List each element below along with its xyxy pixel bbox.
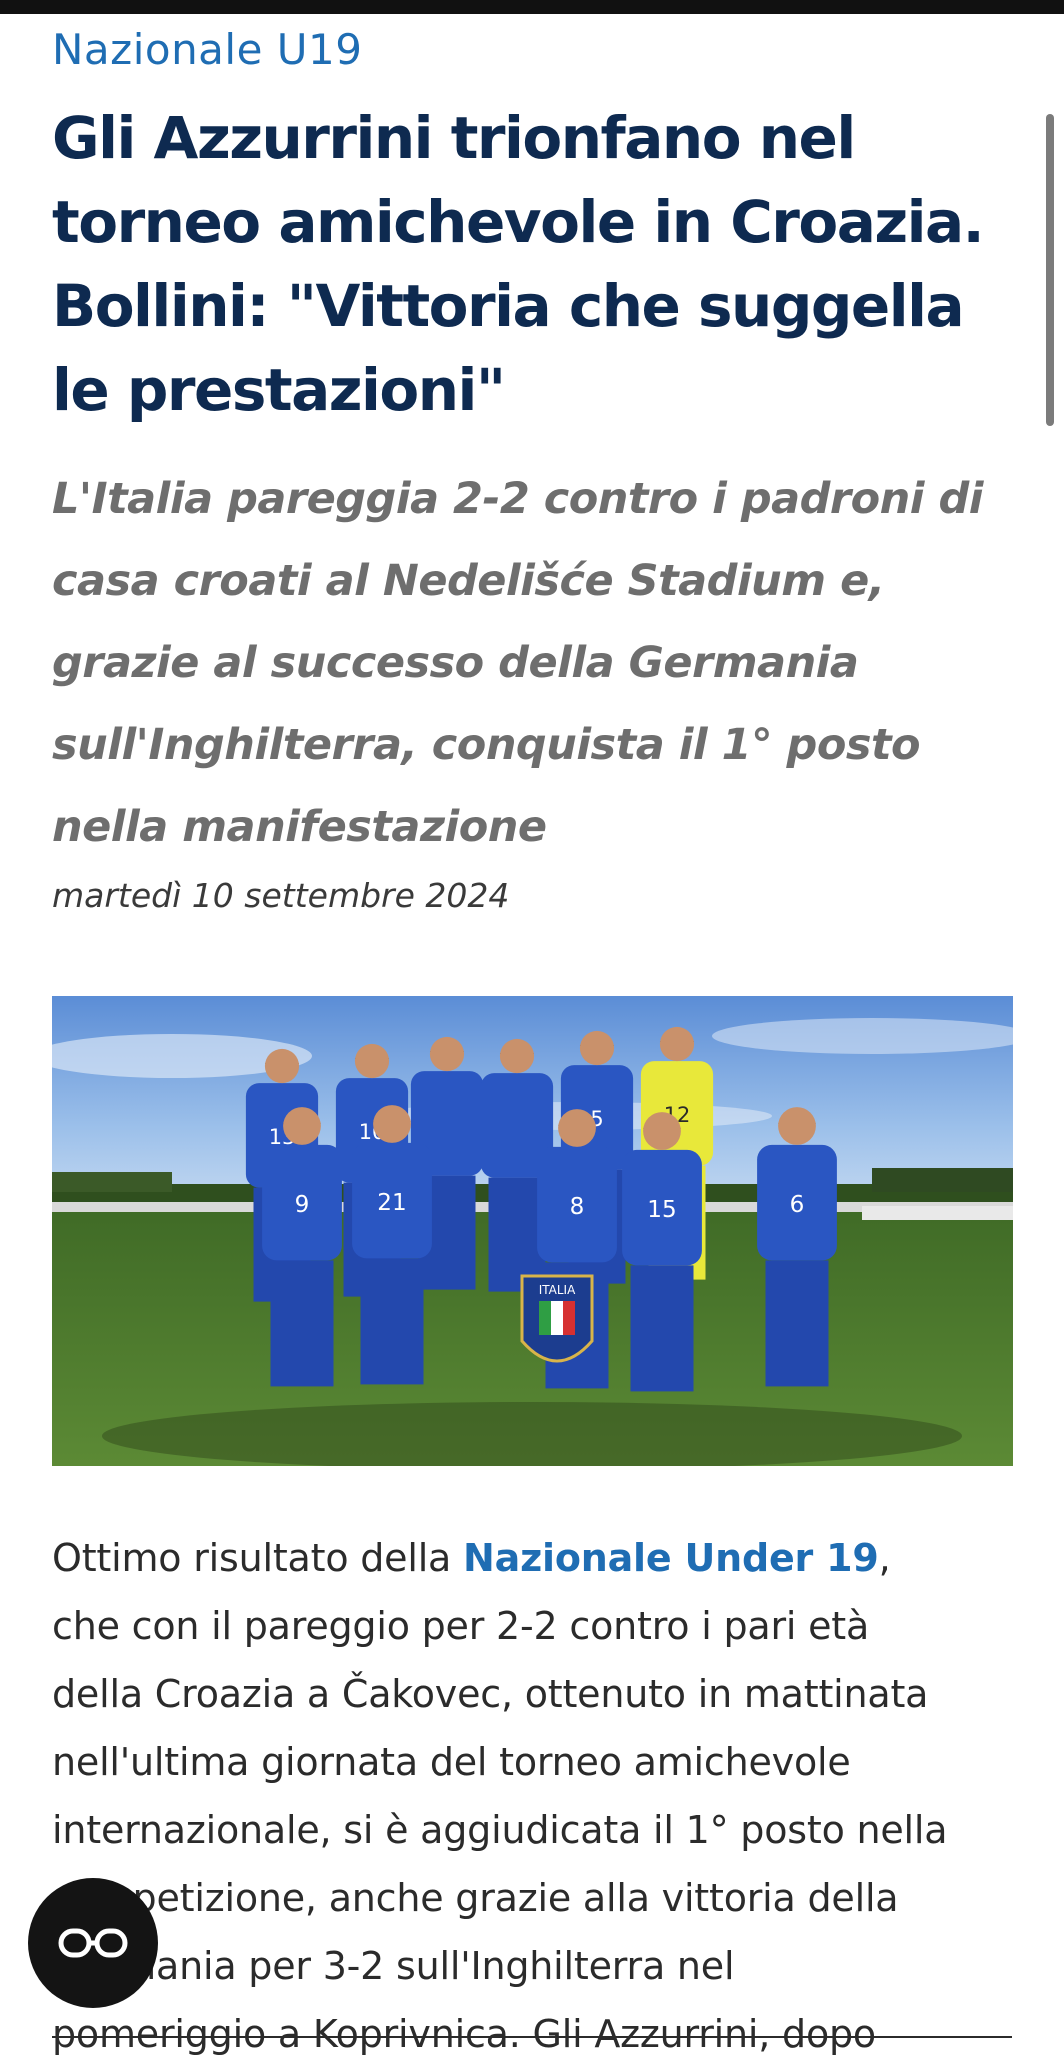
body-line-8: pomeriggio a Koprivnica. Gli Azzurrini, …: [52, 2012, 876, 2056]
category-label[interactable]: Nazionale U19: [52, 22, 362, 78]
player-front-1: 21: [352, 1105, 432, 1385]
shirt-number: 6: [790, 1192, 805, 1218]
body-line-3: della Croazia a Čakovec, ottenuto in mat…: [52, 1672, 929, 1716]
article-title: Gli Azzurrini trionfano nel torneo amich…: [52, 104, 985, 424]
body-line-4: nell'ultima giornata del torneo amichevo…: [52, 1740, 851, 1784]
article-subtitle: L'Italia pareggia 2-2 contro i padroni d…: [52, 474, 984, 852]
player-front-0: 9: [262, 1107, 342, 1387]
scrollbar[interactable]: [1046, 114, 1054, 426]
status-bar: [0, 0, 1064, 14]
body-line-1: Ottimo risultato della Nazionale Under 1…: [52, 1536, 891, 1580]
body-line-7: Germania per 3-2 sull'Inghilterra nel: [52, 1944, 735, 1988]
player-front-4: 6: [757, 1107, 837, 1387]
article-date: martedì 10 settembre 2024: [52, 876, 510, 915]
shirt-number: 21: [377, 1190, 406, 1216]
shirt-number: 8: [570, 1194, 585, 1220]
body-line-5: internazionale, si è aggiudicata il 1° p…: [52, 1808, 948, 1852]
shirt-number: 15: [647, 1197, 676, 1223]
divider: [52, 2036, 1012, 2038]
reader-mode-button[interactable]: [28, 1878, 158, 2008]
shirt-number: 9: [295, 1192, 310, 1218]
nazionale-under-19-link[interactable]: Nazionale Under 19: [463, 1536, 879, 1580]
body-line-2: che con il pareggio per 2-2 contro i par…: [52, 1604, 870, 1648]
svg-text:ITALIA: ITALIA: [539, 1283, 576, 1297]
team-photo: 13 105 129 21 8 15 6 ITALIA: [52, 996, 1013, 1466]
article-body: Ottimo risultato della Nazionale Under 1…: [52, 1524, 1012, 2068]
glasses-icon: [58, 1928, 128, 1958]
body-line-6: competizione, anche grazie alla vittoria…: [52, 1876, 899, 1920]
player-front-3: 15: [622, 1112, 702, 1392]
pennant: ITALIA: [520, 1274, 594, 1363]
